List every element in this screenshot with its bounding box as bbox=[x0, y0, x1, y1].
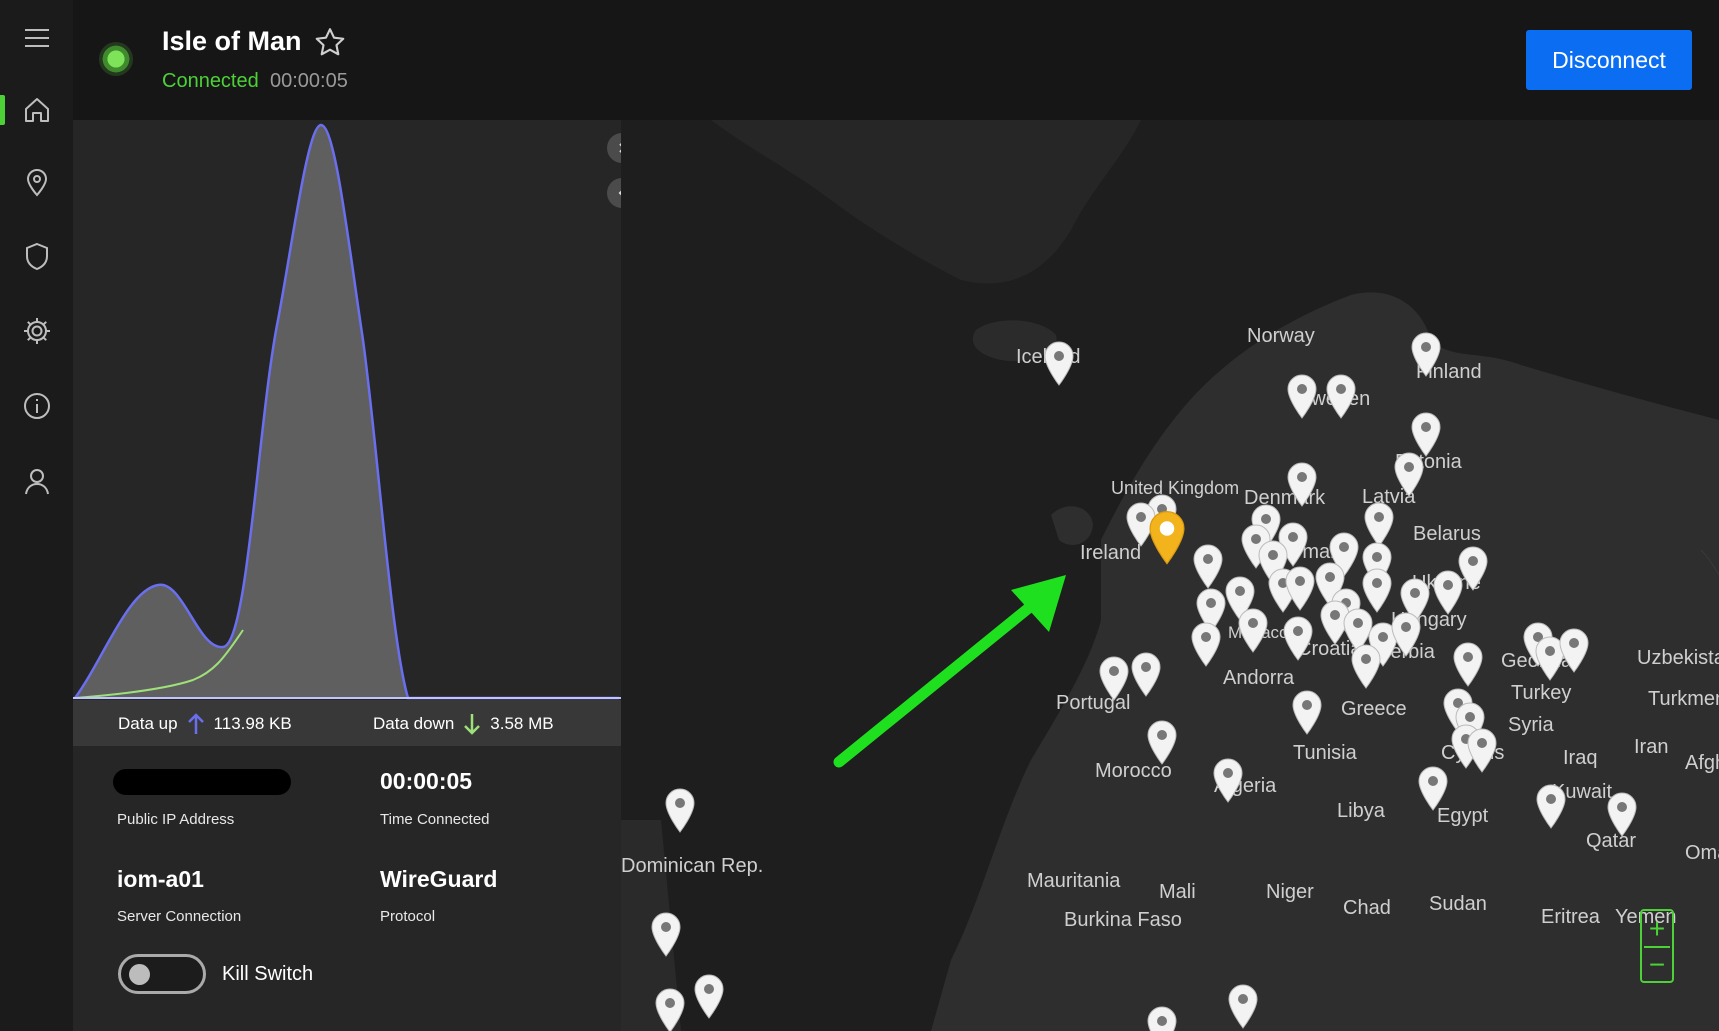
selected-server-pin-icon[interactable] bbox=[1146, 508, 1188, 566]
server-pin-icon[interactable] bbox=[1465, 726, 1499, 774]
country-label: Eritrea bbox=[1541, 906, 1600, 928]
server-pin-icon[interactable] bbox=[653, 986, 687, 1031]
server-name: Isle of Man bbox=[162, 26, 302, 56]
data-down-value: 3.58 MB bbox=[490, 714, 554, 733]
server-pin-icon[interactable] bbox=[1281, 614, 1315, 662]
server-pin-icon[interactable] bbox=[1097, 654, 1131, 702]
home-icon[interactable] bbox=[0, 80, 73, 140]
annotation-arrow-icon bbox=[833, 575, 1066, 768]
protocol-value: WireGuard bbox=[380, 866, 498, 892]
server-pin-icon[interactable] bbox=[1189, 620, 1223, 668]
country-label: Dominican Rep. bbox=[621, 855, 764, 877]
user-icon[interactable] bbox=[0, 451, 73, 511]
connection-timer: 00:00:05 bbox=[270, 70, 348, 92]
hamburger-menu-icon[interactable] bbox=[0, 8, 73, 68]
server-pin-icon[interactable] bbox=[1191, 542, 1225, 590]
disconnect-button[interactable]: Disconnect bbox=[1526, 30, 1692, 90]
country-label: Syria bbox=[1508, 714, 1554, 736]
server-pin-icon[interactable] bbox=[1349, 642, 1383, 690]
server-pin-icon[interactable] bbox=[1409, 330, 1443, 378]
server-pin-icon[interactable] bbox=[1285, 460, 1319, 508]
country-label: Chad bbox=[1343, 897, 1391, 919]
location-pin-icon[interactable] bbox=[0, 152, 73, 212]
info-icon[interactable] bbox=[0, 376, 73, 436]
country-label: Belarus bbox=[1413, 523, 1481, 545]
data-up-label: Data up bbox=[118, 714, 178, 733]
favorite-star-icon[interactable] bbox=[313, 26, 347, 60]
server-pin-icon[interactable] bbox=[1290, 688, 1324, 736]
shield-icon[interactable] bbox=[0, 226, 73, 286]
data-down-label: Data down bbox=[373, 714, 455, 733]
country-label: Andorra bbox=[1223, 667, 1295, 689]
time-connected-label: Time Connected bbox=[380, 811, 490, 828]
connection-status: Connected bbox=[162, 70, 259, 92]
server-pin-icon[interactable] bbox=[1145, 1004, 1179, 1031]
country-label: Uzbekistan bbox=[1637, 647, 1719, 669]
public-ip-redacted bbox=[113, 769, 291, 795]
server-pin-icon[interactable] bbox=[1392, 450, 1426, 498]
server-pin-icon[interactable] bbox=[692, 972, 726, 1020]
protocol-label: Protocol bbox=[380, 908, 436, 925]
server-pin-icon[interactable] bbox=[1557, 626, 1591, 674]
server-pin-icon[interactable] bbox=[1211, 756, 1245, 804]
data-usage-strip: Data up 113.98 KB Data down 3.58 MB bbox=[73, 700, 621, 746]
country-label: Greece bbox=[1341, 698, 1407, 720]
server-map[interactable]: Iceland Norway Finland Sweden Estonia La… bbox=[621, 120, 1719, 1031]
sidebar bbox=[0, 0, 73, 1031]
country-label: Mauritania bbox=[1027, 870, 1121, 892]
country-label: Afghanistan bbox=[1685, 752, 1719, 774]
country-label: Tunisia bbox=[1293, 742, 1357, 764]
country-label: Turkmenistan bbox=[1648, 688, 1719, 710]
server-pin-icon[interactable] bbox=[1534, 782, 1568, 830]
server-connection-label: Server Connection bbox=[117, 908, 242, 925]
country-label: Oman bbox=[1685, 842, 1719, 864]
server-pin-icon[interactable] bbox=[1605, 790, 1639, 838]
server-connection-value: iom-a01 bbox=[117, 866, 204, 892]
server-pin-icon[interactable] bbox=[663, 786, 697, 834]
server-pin-icon[interactable] bbox=[1389, 610, 1423, 658]
country-label: Burkina Faso bbox=[1064, 909, 1182, 931]
connection-status-icon bbox=[99, 42, 133, 76]
server-pin-icon[interactable] bbox=[1226, 982, 1260, 1030]
public-ip-label: Public IP Address bbox=[117, 811, 235, 828]
country-label: Norway bbox=[1247, 325, 1315, 347]
server-pin-icon[interactable] bbox=[1451, 640, 1485, 688]
country-label: Libya bbox=[1337, 800, 1385, 822]
stats-panel: Data up 113.98 KB Data down 3.58 MB Publ… bbox=[73, 120, 637, 1031]
server-pin-icon[interactable] bbox=[649, 910, 683, 958]
country-label: Iraq bbox=[1563, 747, 1598, 769]
download-arrow-icon bbox=[464, 714, 481, 735]
server-pin-icon[interactable] bbox=[1283, 564, 1317, 612]
server-pin-icon[interactable] bbox=[1236, 606, 1270, 654]
gear-icon[interactable] bbox=[0, 301, 73, 361]
zoom-out-button[interactable]: − bbox=[1642, 947, 1672, 982]
zoom-controls: + − bbox=[1640, 909, 1674, 983]
country-label: Iran bbox=[1634, 736, 1669, 758]
zoom-in-button[interactable]: + bbox=[1642, 911, 1672, 946]
country-label: Sudan bbox=[1429, 893, 1487, 915]
server-pin-icon[interactable] bbox=[1145, 718, 1179, 766]
server-pin-icon[interactable] bbox=[1456, 544, 1490, 592]
bandwidth-graph bbox=[73, 123, 621, 700]
country-label: Mali bbox=[1159, 881, 1196, 903]
upload-arrow-icon bbox=[187, 713, 204, 734]
kill-switch-label: Kill Switch bbox=[222, 963, 314, 985]
server-pin-icon[interactable] bbox=[1324, 372, 1358, 420]
server-pin-icon[interactable] bbox=[1285, 372, 1319, 420]
connection-header: Isle of Man Connected 00:00:05 Disconnec… bbox=[73, 0, 1719, 120]
country-label: Turkey bbox=[1511, 682, 1572, 704]
time-connected-value: 00:00:05 bbox=[380, 768, 473, 794]
data-up-value: 113.98 KB bbox=[213, 714, 292, 733]
server-pin-icon[interactable] bbox=[1129, 650, 1163, 698]
server-pin-icon[interactable] bbox=[1416, 764, 1450, 812]
country-label: Niger bbox=[1266, 881, 1314, 903]
server-pin-icon[interactable] bbox=[1042, 339, 1076, 387]
kill-switch-toggle[interactable] bbox=[118, 954, 206, 994]
